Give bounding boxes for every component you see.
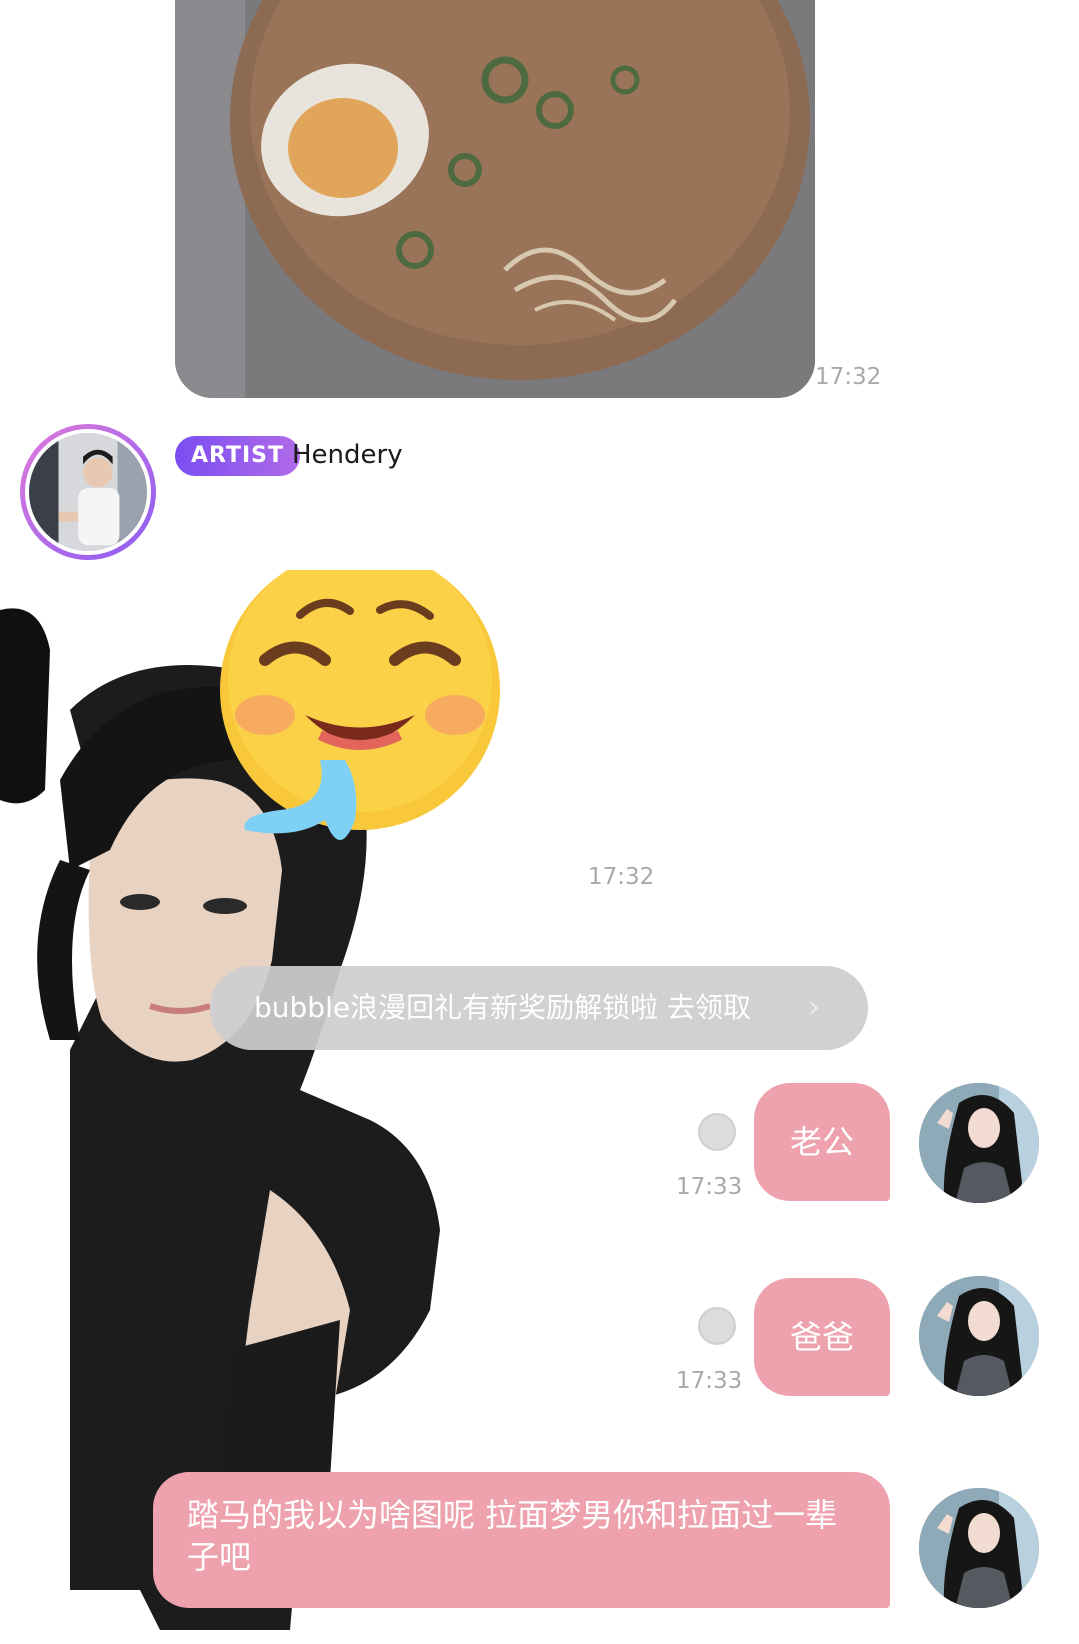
message-timestamp: 17:33 <box>676 1174 743 1200</box>
status-circle-icon <box>698 1113 736 1151</box>
artist-avatar[interactable] <box>20 424 156 560</box>
photo-timestamp: 17:32 <box>815 364 882 390</box>
user-avatar[interactable] <box>919 1083 1039 1203</box>
chat-screen: 17:32 ARTIST Hendery 17:32 bubble浪漫回礼有新奖… <box>0 0 1079 1644</box>
user-avatar[interactable] <box>919 1276 1039 1396</box>
artist-badge: ARTIST <box>175 436 301 476</box>
message-text: 爸爸 <box>789 1318 854 1356</box>
reward-notice-text: bubble浪漫回礼有新奖励解锁啦 去领取 <box>254 991 751 1024</box>
artist-name: Hendery <box>292 440 403 470</box>
reward-notice-banner[interactable]: bubble浪漫回礼有新奖励解锁啦 去领取 › <box>210 966 868 1050</box>
sticker-timestamp: 17:32 <box>588 864 655 890</box>
message-bubble[interactable]: 老公 <box>754 1083 890 1201</box>
message-text: 踏马的我以为啥图呢 拉面梦男你和拉面过一辈子吧 <box>187 1496 838 1576</box>
chevron-right-icon: › <box>808 990 820 1025</box>
message-text: 老公 <box>789 1123 854 1161</box>
status-circle-icon <box>698 1307 736 1345</box>
user-avatar[interactable] <box>919 1488 1039 1608</box>
message-timestamp: 17:33 <box>676 1368 743 1394</box>
ramen-photo <box>175 0 815 398</box>
message-bubble[interactable]: 爸爸 <box>754 1278 890 1396</box>
message-bubble[interactable]: 踏马的我以为啥图呢 拉面梦男你和拉面过一辈子吧 <box>153 1472 890 1608</box>
ramen-photo-message[interactable] <box>175 0 815 398</box>
